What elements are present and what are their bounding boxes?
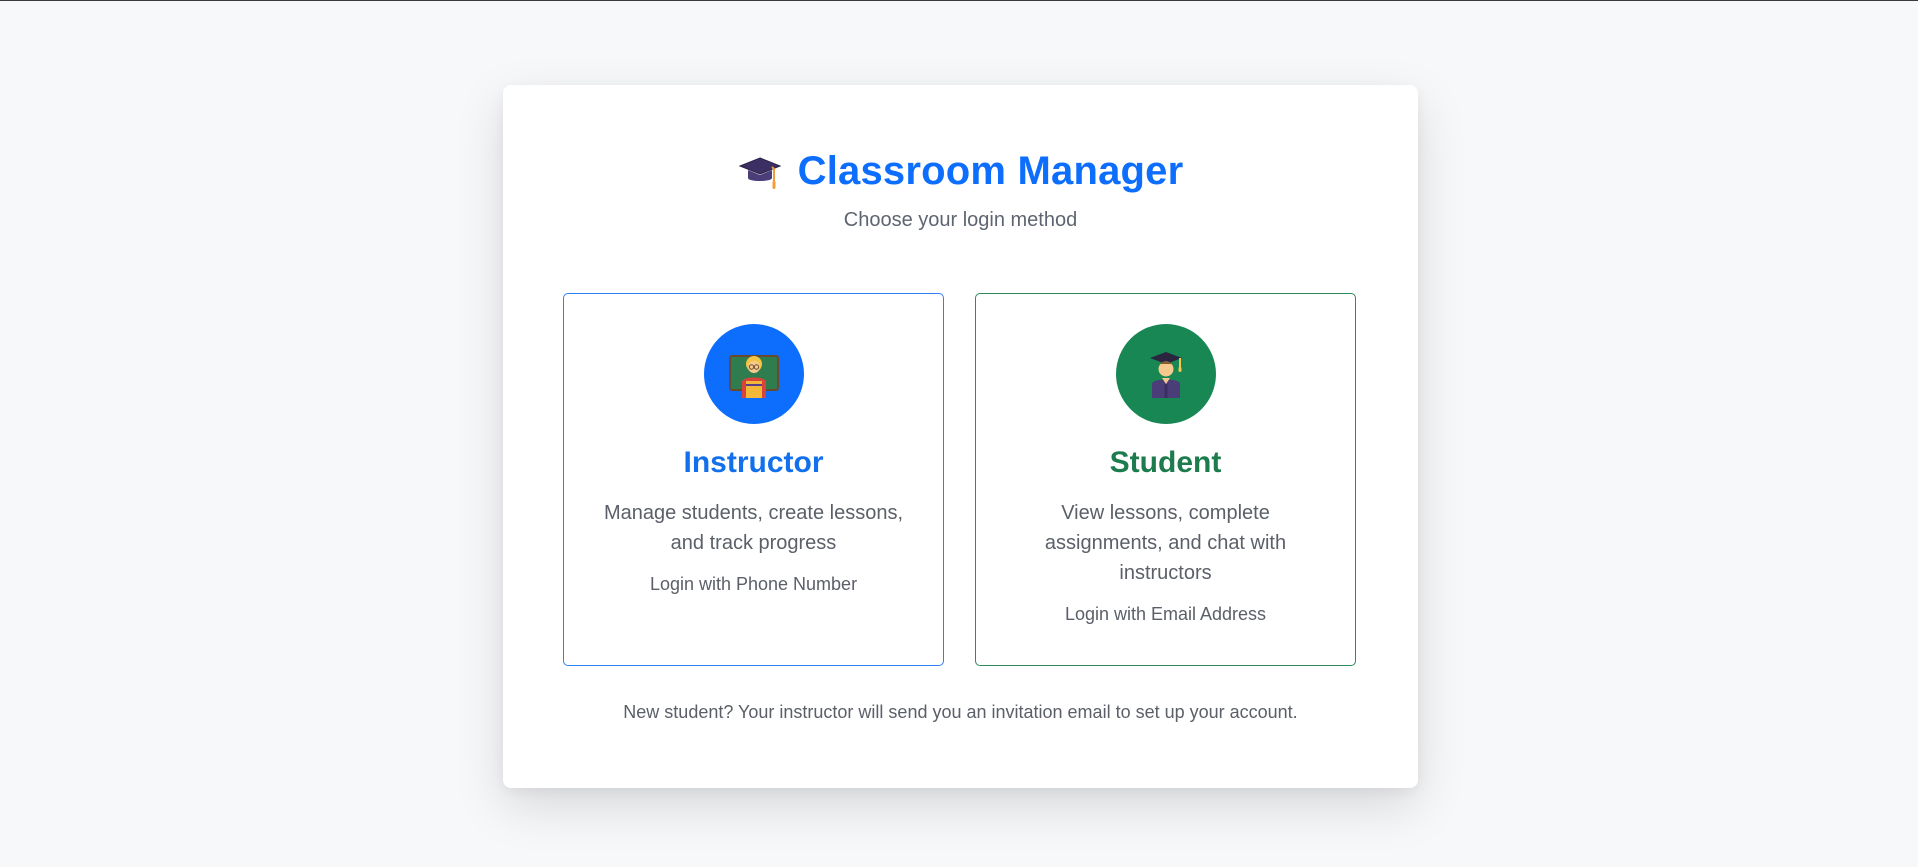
invitation-note: New student? Your instructor will send y… [623, 702, 1298, 722]
student-avatar [1115, 324, 1216, 424]
instructor-avatar [703, 324, 804, 424]
page-subtitle: Choose your login method [843, 209, 1078, 231]
instructor-title: Instructor [683, 446, 824, 479]
student-graduate-icon [1149, 352, 1182, 398]
student-description: View lessons, complete assignments, and … [1044, 502, 1287, 584]
instructor-login-option[interactable]: Instructor Manage students, create lesso… [563, 293, 944, 666]
instructor-login-method: Login with Phone Number [649, 574, 858, 594]
login-header: Classroom Manager Choose your login meth… [503, 145, 1418, 232]
student-title: Student [1109, 446, 1222, 479]
student-login-option[interactable]: Student View lessons, complete assignmen… [975, 293, 1356, 666]
login-card: Classroom Manager Choose your login meth… [503, 85, 1418, 788]
graduation-cap-icon [738, 157, 781, 189]
app-title: Classroom Manager [797, 148, 1184, 193]
student-login-method: Login with Email Address [1064, 604, 1267, 624]
instructor-description: Manage students, create lessons, and tra… [603, 502, 904, 554]
title-row: Classroom Manager [503, 145, 1418, 197]
teacher-icon [728, 355, 779, 398]
